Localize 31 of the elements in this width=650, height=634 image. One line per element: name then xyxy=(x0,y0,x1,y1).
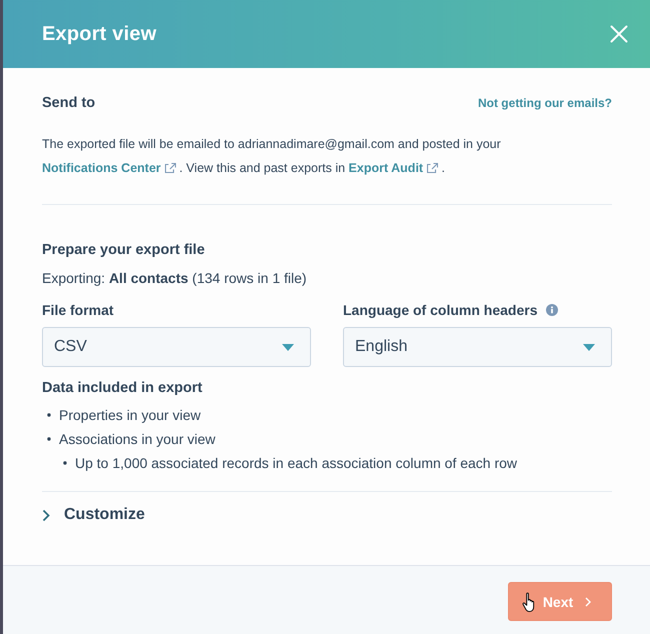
list-item-text: Associations in your view xyxy=(59,430,216,449)
customize-toggle[interactable]: Customize xyxy=(42,503,145,527)
caret-icon xyxy=(583,344,595,350)
close-button[interactable] xyxy=(610,25,628,43)
section-heading: Send to xyxy=(42,94,96,113)
field-label: Language of column headers xyxy=(343,302,538,318)
list-item-text: Properties in your view xyxy=(59,406,201,425)
dropdown-select[interactable]: English xyxy=(343,327,612,367)
dropdown-select[interactable]: CSV xyxy=(42,327,311,367)
section-heading: Prepare your export file xyxy=(42,241,206,260)
bullet-icon xyxy=(63,461,67,465)
notice-link[interactable]: Notifications Center xyxy=(42,156,176,180)
close-icon xyxy=(610,25,628,43)
chevron-icon xyxy=(42,508,50,522)
export-notice: The exported file will be emailed to adriannadimare@gmail.com and posted in your Notifications Center . View this and past exports in Export Audit . xyxy=(42,132,612,180)
bullet-icon xyxy=(47,413,51,417)
help-link[interactable]: Not getting our emails? xyxy=(478,96,612,110)
caret-icon xyxy=(282,344,294,350)
notice-link[interactable]: Export Audit xyxy=(348,156,438,180)
chevron-icon xyxy=(585,596,592,606)
hand-cursor-icon xyxy=(522,592,537,613)
external-link-icon xyxy=(164,162,176,174)
section-heading: Data included in export xyxy=(42,379,204,398)
next-button[interactable]: Next xyxy=(508,582,612,621)
list-item-text: Up to 1,000 associated records in each association column of each row xyxy=(75,454,518,473)
external-link-icon xyxy=(427,162,438,174)
exporting-summary: Exporting: All contacts (134 rows in 1 file) xyxy=(42,269,308,288)
info-icon[interactable] xyxy=(546,304,558,316)
bullet-icon xyxy=(47,437,51,441)
dialog-title: Export view xyxy=(42,22,156,46)
field-label: File format xyxy=(42,302,114,318)
